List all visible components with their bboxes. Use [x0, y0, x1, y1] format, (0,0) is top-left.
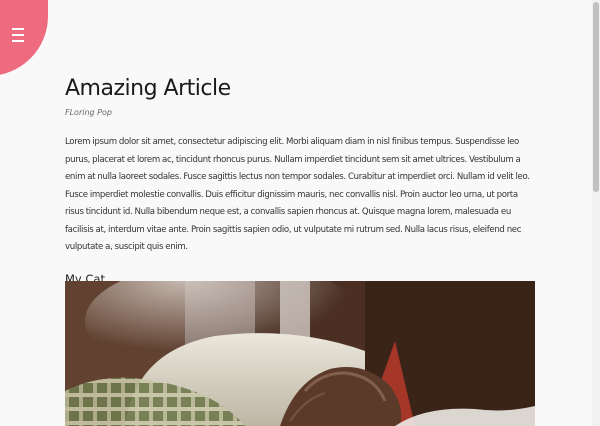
hamburger-line: [12, 40, 24, 42]
scrollbar[interactable]: [592, 0, 600, 426]
article-author: FLoring Pop: [65, 108, 112, 117]
hamburger-menu-icon[interactable]: [12, 28, 26, 44]
hamburger-line: [12, 28, 24, 30]
scrollbar-thumb[interactable]: [593, 2, 599, 192]
cat-photo-illustration: [65, 281, 535, 426]
article: Amazing Article FLoring Pop Lorem ipsum …: [65, 74, 535, 288]
article-title: Amazing Article: [65, 76, 231, 101]
hamburger-line: [12, 34, 24, 36]
cat-photo: [65, 281, 535, 426]
page-viewport: Amazing Article FLoring Pop Lorem ipsum …: [0, 0, 600, 426]
article-body: Lorem ipsum dolor sit amet, consectetur …: [65, 137, 530, 252]
